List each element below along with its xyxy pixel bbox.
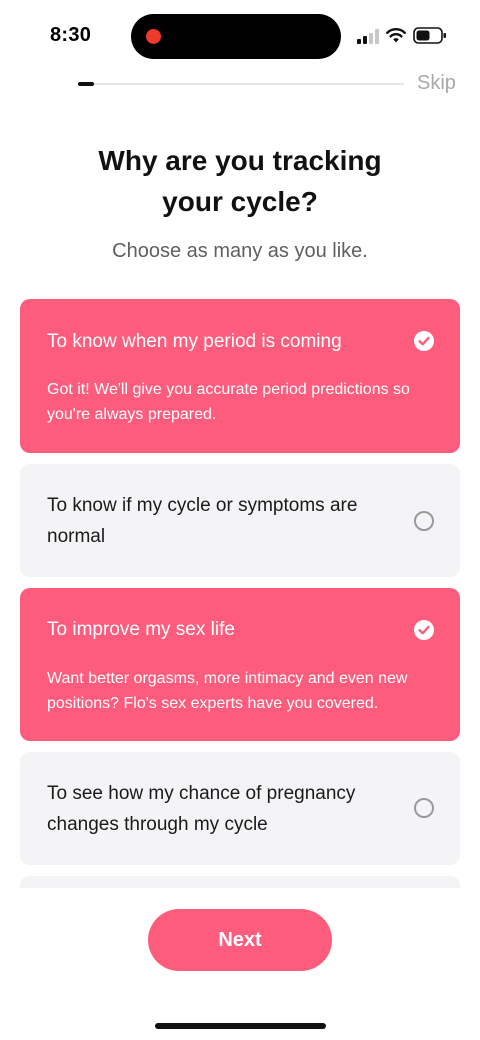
option-label: To improve my sex life <box>47 619 235 640</box>
option-cycle-normal[interactable]: To know if my cycle or symptoms are norm… <box>20 464 460 577</box>
radio-unchecked-icon <box>414 798 434 818</box>
checkmark-icon <box>414 620 434 640</box>
home-indicator <box>155 1023 326 1029</box>
option-label: To know if my cycle or symptoms are norm… <box>47 495 358 547</box>
next-button[interactable]: Next <box>148 909 332 971</box>
battery-icon <box>413 27 446 44</box>
page-title: Why are you tracking your cycle? <box>40 140 440 222</box>
screen: 8:30 Skip Why are you tracking your cycl… <box>0 0 480 1040</box>
status-time: 8:30 <box>50 24 92 46</box>
option-period-coming[interactable]: To know when my period is coming Got it!… <box>20 299 460 453</box>
progress-bar-fill <box>78 82 95 86</box>
wifi-icon <box>386 28 406 43</box>
option-description: Got it! We'll give you accurate period p… <box>47 381 410 423</box>
page-title-line: your cycle? <box>162 186 318 217</box>
option-label: To know when my period is coming <box>47 331 342 352</box>
page-subtitle: Choose as many as you like. <box>112 240 368 262</box>
page-title-line: Why are you tracking <box>98 145 382 176</box>
options-list: To know when my period is coming Got it!… <box>20 299 460 927</box>
option-sex-life[interactable]: To improve my sex life Want better orgas… <box>20 588 460 741</box>
checkmark-icon <box>414 331 434 351</box>
option-pregnancy-chance[interactable]: To see how my chance of pregnancy change… <box>20 752 460 865</box>
option-description: Want better orgasms, more intimacy and e… <box>47 670 408 712</box>
cellular-signal-icon <box>357 28 379 44</box>
option-label: To see how my chance of pregnancy change… <box>47 783 356 835</box>
dynamic-island <box>131 14 341 59</box>
skip-button[interactable]: Skip <box>417 72 456 95</box>
progress-bar <box>78 82 404 86</box>
recording-indicator-icon <box>146 29 161 44</box>
radio-unchecked-icon <box>414 511 434 531</box>
